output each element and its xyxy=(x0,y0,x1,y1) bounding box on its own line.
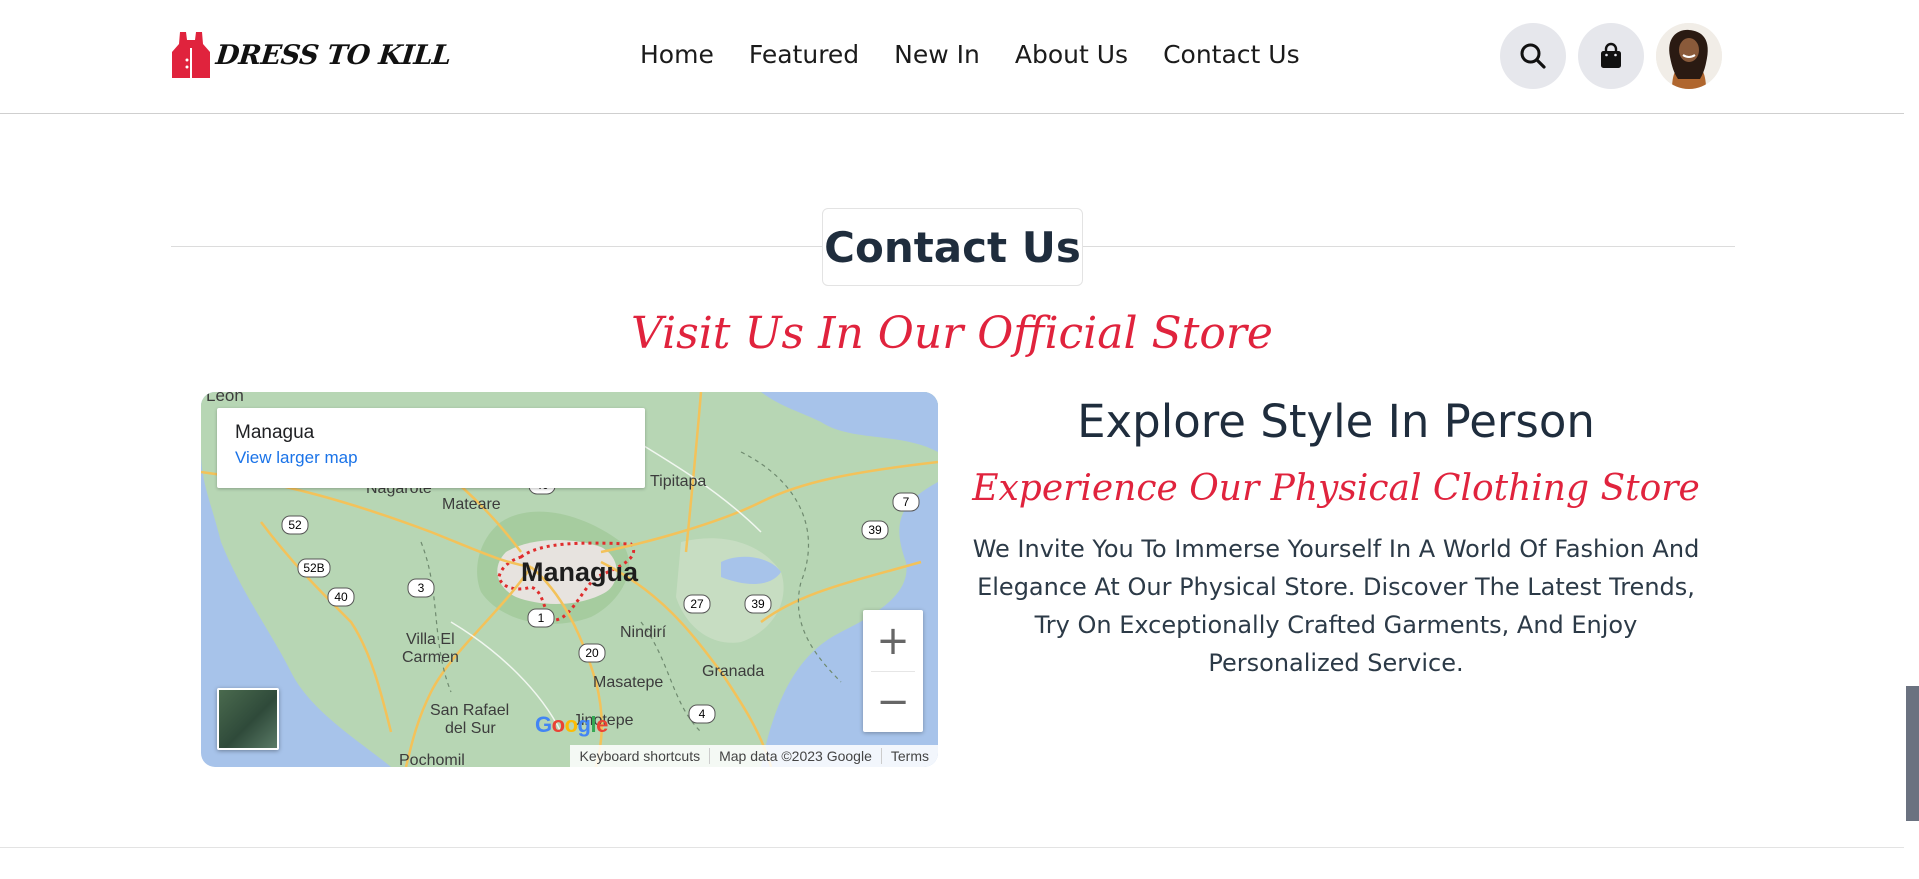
svg-text:Tipitapa: Tipitapa xyxy=(650,473,706,490)
svg-text:39: 39 xyxy=(868,523,882,537)
google-logo: Google xyxy=(535,712,608,737)
svg-text:3: 3 xyxy=(418,581,425,595)
scrollbar-thumb[interactable] xyxy=(1906,686,1919,821)
svg-text:Managua: Managua xyxy=(521,557,639,587)
terms-link[interactable]: Terms xyxy=(882,748,938,764)
brand-logo[interactable]: DRESS TO KILL xyxy=(170,30,453,80)
zoom-divider xyxy=(871,671,915,672)
svg-text:León: León xyxy=(206,392,244,405)
svg-text:52B: 52B xyxy=(303,561,324,575)
map-data-text: Map data ©2023 Google xyxy=(710,748,882,764)
shopping-bag-icon xyxy=(1601,42,1621,68)
search-button[interactable] xyxy=(1500,23,1566,89)
nav-home[interactable]: Home xyxy=(640,40,714,69)
nav-new-in[interactable]: New In xyxy=(894,40,980,69)
svg-text:27: 27 xyxy=(690,597,704,611)
map-zoom-control: + − xyxy=(863,610,923,732)
satellite-toggle[interactable] xyxy=(217,688,279,750)
map-place-card: Managua View larger map xyxy=(217,408,645,488)
nav-about-us[interactable]: About Us xyxy=(1015,40,1128,69)
cart-button[interactable] xyxy=(1578,23,1644,89)
section-subtitle: Visit Us In Our Official Store xyxy=(631,308,1273,359)
zoom-in-button[interactable]: + xyxy=(863,610,923,671)
svg-text:52: 52 xyxy=(288,518,302,532)
svg-text:Nindirí: Nindirí xyxy=(620,624,667,641)
nav-contact-us[interactable]: Contact Us xyxy=(1163,40,1300,69)
svg-text:Masatepe: Masatepe xyxy=(593,674,663,691)
svg-text:20: 20 xyxy=(585,646,599,660)
svg-text:Granada: Granada xyxy=(702,663,764,680)
store-description: We Invite You To Immerse Yourself In A W… xyxy=(972,535,1700,677)
svg-text:Carmen: Carmen xyxy=(402,649,459,666)
search-icon xyxy=(1520,43,1546,69)
store-map[interactable]: León Nagarote Mateare Tipitapa Managua V… xyxy=(201,392,938,767)
svg-text:Villa El: Villa El xyxy=(406,631,455,648)
svg-text:Pochomil: Pochomil xyxy=(399,752,465,767)
user-avatar[interactable] xyxy=(1656,23,1722,89)
svg-text:San Rafael: San Rafael xyxy=(430,702,509,719)
section-title: Contact Us xyxy=(824,222,1081,272)
svg-text:1: 1 xyxy=(538,611,545,625)
map-place-name: Managua xyxy=(235,422,315,443)
site-header: DRESS TO KILL Home Featured New In About… xyxy=(0,0,1904,114)
store-heading: Explore Style In Person xyxy=(1077,395,1595,448)
avatar-icon xyxy=(1656,23,1722,89)
map-attribution: Keyboard shortcuts Map data ©2023 Google… xyxy=(570,745,938,767)
main-nav: Home Featured New In About Us Contact Us xyxy=(640,40,1335,69)
svg-text:7: 7 xyxy=(903,495,910,509)
svg-text:40: 40 xyxy=(334,590,348,604)
nav-featured[interactable]: Featured xyxy=(749,40,859,69)
svg-text:Mateare: Mateare xyxy=(442,496,501,513)
brand-name: DRESS TO KILL xyxy=(214,39,453,71)
dress-icon xyxy=(172,32,210,78)
svg-text:39: 39 xyxy=(751,597,765,611)
view-larger-map-link[interactable]: View larger map xyxy=(235,448,627,468)
zoom-out-button[interactable]: − xyxy=(863,671,923,732)
keyboard-shortcuts-link[interactable]: Keyboard shortcuts xyxy=(570,748,711,764)
svg-text:del Sur: del Sur xyxy=(445,720,496,737)
footer-divider xyxy=(0,847,1904,848)
store-tagline: Experience Our Physical Clothing Store xyxy=(972,468,1700,509)
svg-text:4: 4 xyxy=(699,707,706,721)
section-title-box: Contact Us xyxy=(822,208,1083,286)
